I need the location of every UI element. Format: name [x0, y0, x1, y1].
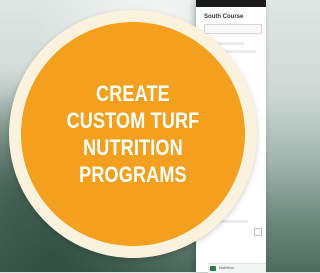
action-button[interactable] [210, 266, 216, 271]
course-label: South Course [204, 14, 244, 20]
course-select-field[interactable] [204, 24, 262, 34]
headline-line-2: CUSTOM TURF [66, 108, 200, 133]
app-top-bar [196, 0, 266, 7]
bottom-bar-text: Nutrition [219, 265, 234, 270]
headline-line-4: PROGRAMS [79, 162, 187, 187]
headline-line-3: NUTRITION [83, 135, 183, 160]
option-checkbox[interactable] [254, 228, 262, 236]
headline-line-1: CREATE [96, 81, 170, 106]
badge-disc: CREATE CUSTOM TURF NUTRITION PROGRAMS [21, 22, 245, 246]
badge-headline: CREATE CUSTOM TURF NUTRITION PROGRAMS [67, 80, 200, 188]
